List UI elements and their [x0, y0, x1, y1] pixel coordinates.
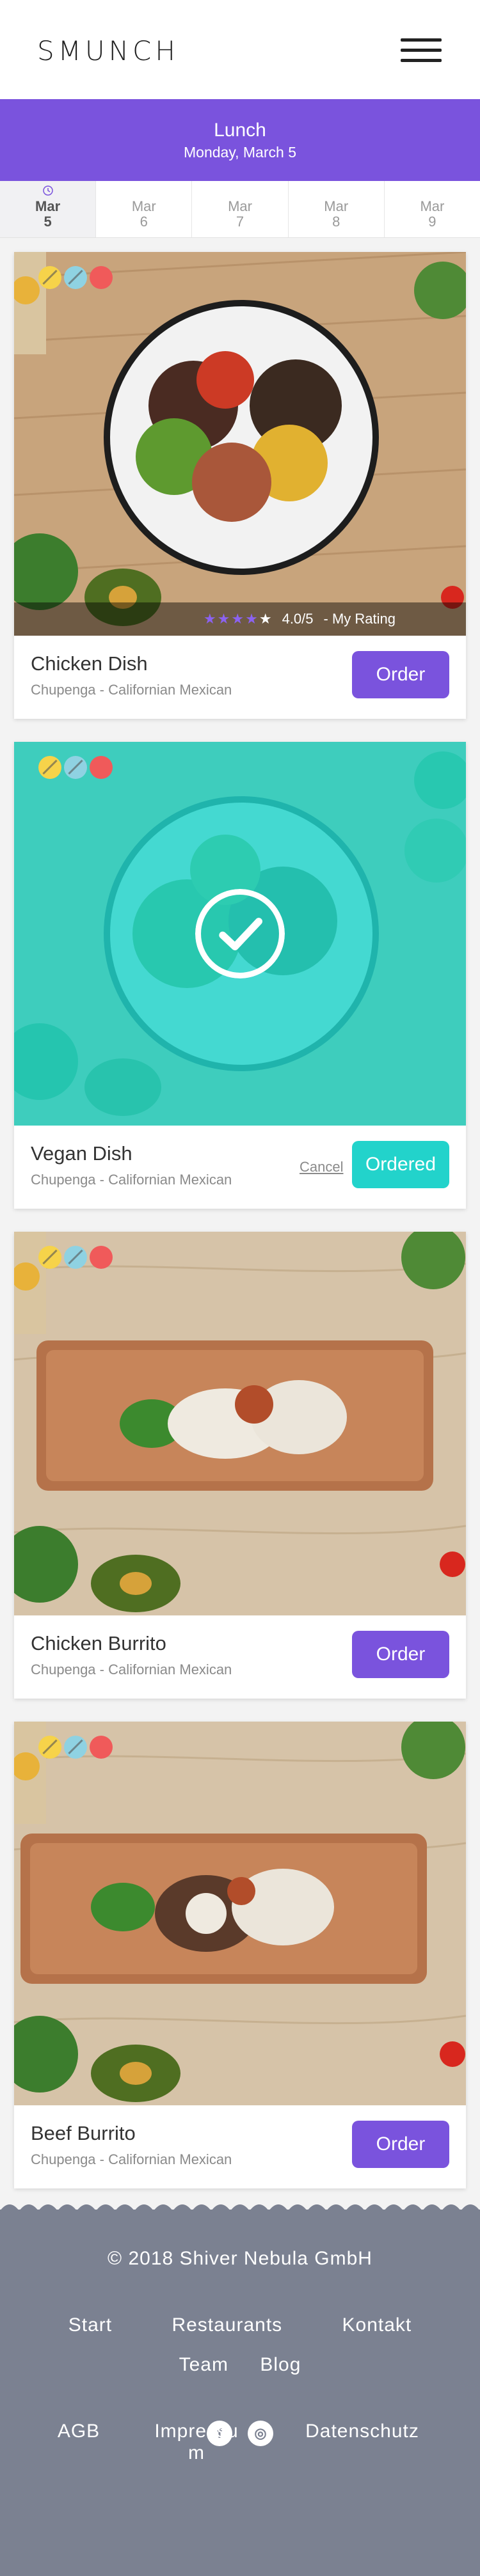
- rating-value: 4.0/5: [282, 611, 314, 627]
- allergen-icon: [90, 266, 113, 289]
- dish-photo: [14, 1232, 466, 1615]
- instagram-icon[interactable]: ◎: [248, 2421, 273, 2446]
- dish-info: Chicken Dish Chupenga - Californian Mexi…: [14, 636, 466, 719]
- footer: © 2018 Shiver Nebula GmbH Start Restaura…: [0, 2204, 480, 2576]
- footer-link-datenschutz[interactable]: Datenschutz: [298, 2421, 426, 2442]
- footer-link-start[interactable]: Start: [68, 2314, 112, 2336]
- header: SMUNCH: [0, 0, 480, 99]
- allergen-icons: [38, 266, 113, 289]
- copyright: © 2018 Shiver Nebula GmbH: [108, 2248, 372, 2269]
- allergen-icons: [38, 756, 113, 779]
- allergen-icon: [64, 1246, 87, 1269]
- tab-day: 8: [332, 214, 340, 230]
- allergen-icon: [38, 1736, 61, 1759]
- hamburger-icon[interactable]: [401, 38, 442, 63]
- tab-mar-5[interactable]: Mar 5: [0, 181, 97, 237]
- tab-mar-6[interactable]: Mar 6: [96, 181, 193, 237]
- dish-photo: [14, 1722, 466, 2105]
- tab-day: 7: [236, 214, 244, 230]
- order-button[interactable]: Order: [352, 651, 449, 698]
- dish-name: Beef Burrito: [31, 2122, 136, 2144]
- tab-mar-8[interactable]: Mar 8: [289, 181, 385, 237]
- clock-icon: [42, 185, 53, 196]
- dish-info: Vegan Dish Chupenga - Californian Mexica…: [14, 1126, 466, 1209]
- allergen-icons: [38, 1736, 113, 1759]
- checkmark-icon: [195, 889, 285, 978]
- restaurant-name: Chupenga - Californian Mexican: [31, 2151, 232, 2167]
- dish-name: Vegan Dish: [31, 1142, 132, 1165]
- allergen-icons: [38, 1246, 113, 1269]
- dish-card-chicken-burrito: Chicken Burrito Chupenga - Californian M…: [14, 1232, 466, 1699]
- allergen-icon: [38, 756, 61, 779]
- allergen-icon: [90, 1736, 113, 1759]
- footer-link-blog[interactable]: Blog: [260, 2354, 301, 2375]
- allergen-icon: [90, 1246, 113, 1269]
- dish-card-chicken-dish: ★★★★★ 4.0/5 - My Rating Chicken Dish Chu…: [14, 252, 466, 719]
- allergen-icon: [90, 756, 113, 779]
- rating-label: - My Rating: [323, 611, 396, 627]
- tab-mar-7[interactable]: Mar 7: [192, 181, 289, 237]
- meal-title: Lunch: [214, 120, 266, 141]
- footer-nav: Start Restaurants Kontakt: [0, 2314, 480, 2336]
- footer-wave: [0, 2204, 480, 2211]
- dish-name: Chicken Dish: [31, 652, 148, 675]
- allergen-icon: [64, 266, 87, 289]
- allergen-icon: [38, 1246, 61, 1269]
- tab-month: Mar: [228, 198, 252, 214]
- tab-month: Mar: [35, 198, 61, 214]
- dish-image[interactable]: [14, 1722, 466, 2105]
- restaurant-name: Chupenga - Californian Mexican: [31, 1661, 232, 1677]
- dish-name: Chicken Burrito: [31, 1632, 166, 1654]
- dish-image[interactable]: [14, 1232, 466, 1615]
- dish-card-vegan-dish: Vegan Dish Chupenga - Californian Mexica…: [14, 742, 466, 1209]
- dish-image[interactable]: ★★★★★ 4.0/5 - My Rating: [14, 252, 466, 636]
- dish-card-beef-burrito: Beef Burrito Chupenga - Californian Mexi…: [14, 1722, 466, 2188]
- dish-list: ★★★★★ 4.0/5 - My Rating Chicken Dish Chu…: [0, 238, 480, 2237]
- footer-link-kontakt[interactable]: Kontakt: [342, 2314, 412, 2336]
- dish-image[interactable]: [14, 742, 466, 1126]
- allergen-icon: [64, 1736, 87, 1759]
- footer-link-agb[interactable]: AGB: [56, 2421, 101, 2442]
- ordered-button[interactable]: Ordered: [352, 1141, 449, 1188]
- tab-month: Mar: [324, 198, 349, 214]
- star-rating-icon[interactable]: ★★★★★: [204, 611, 273, 627]
- allergen-icon: [64, 756, 87, 779]
- footer-link-team[interactable]: Team: [179, 2354, 228, 2375]
- tab-month: Mar: [131, 198, 156, 214]
- tab-day: 6: [140, 214, 148, 230]
- tab-mar-9[interactable]: Mar 9: [385, 181, 480, 237]
- order-button[interactable]: Order: [352, 1631, 449, 1678]
- footer-link-impressum[interactable]: Impressum: [148, 2421, 244, 2464]
- allergen-icon: [38, 266, 61, 289]
- order-button[interactable]: Order: [352, 2121, 449, 2168]
- footer-nav-secondary: Team Blog: [0, 2354, 480, 2376]
- dish-photo: [14, 252, 466, 636]
- dish-info: Chicken Burrito Chupenga - Californian M…: [14, 1615, 466, 1699]
- cancel-order-link[interactable]: Cancel: [300, 1159, 344, 1175]
- logo[interactable]: SMUNCH: [37, 35, 179, 67]
- tab-day: 9: [428, 214, 436, 230]
- meal-date: Monday, March 5: [184, 144, 296, 161]
- dish-info: Beef Burrito Chupenga - Californian Mexi…: [14, 2105, 466, 2188]
- restaurant-name: Chupenga - Californian Mexican: [31, 682, 232, 698]
- tab-day: 5: [44, 214, 52, 230]
- rating-bar: ★★★★★ 4.0/5 - My Rating: [14, 602, 466, 636]
- restaurant-name: Chupenga - Californian Mexican: [31, 1172, 232, 1188]
- tab-month: Mar: [420, 198, 445, 214]
- day-tabs: Mar 5 Mar 6 Mar 7 Mar 8 Mar 9: [0, 181, 480, 238]
- footer-link-restaurants[interactable]: Restaurants: [172, 2314, 282, 2336]
- meal-banner: Lunch Monday, March 5: [0, 99, 480, 181]
